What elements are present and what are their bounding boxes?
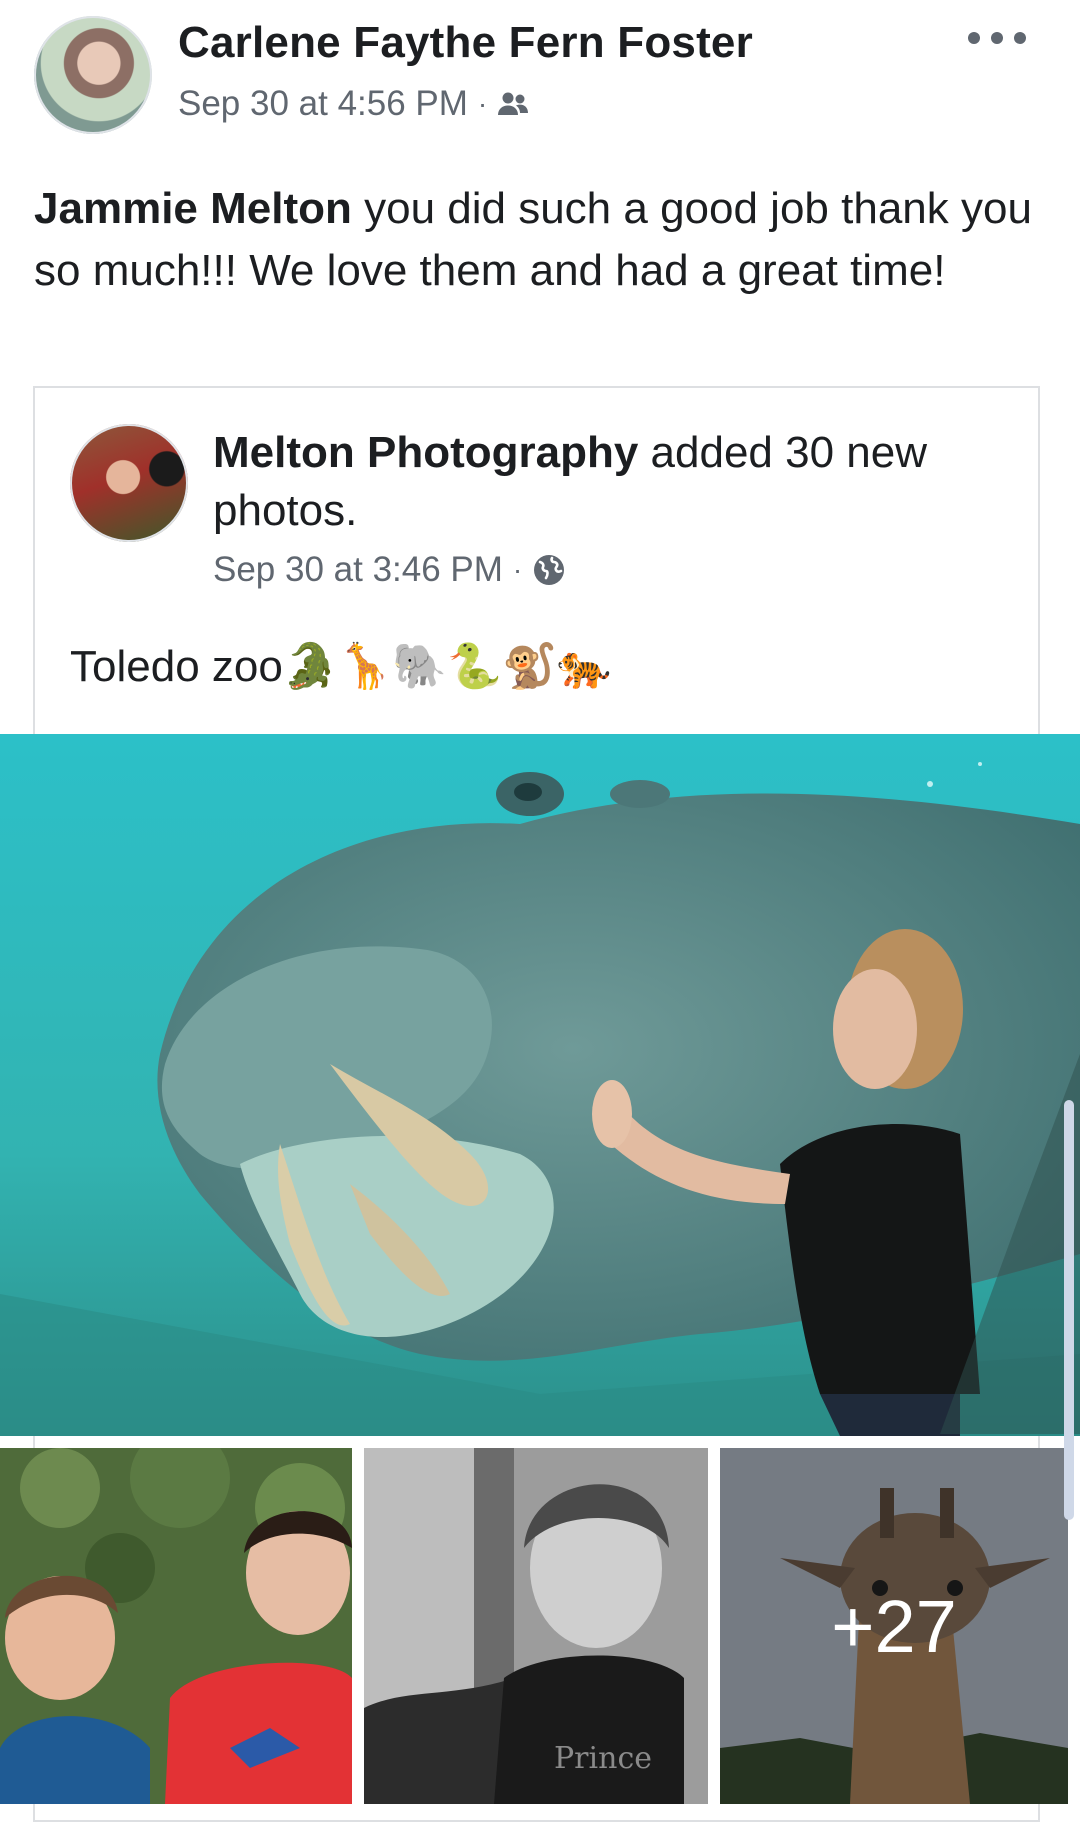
post-body: Jammie Melton you did such a good job th… bbox=[34, 178, 1034, 302]
svg-text:Prince: Prince bbox=[554, 1741, 652, 1776]
page-name[interactable]: Melton Photography bbox=[213, 428, 638, 477]
photo-main[interactable] bbox=[0, 734, 1080, 1436]
photo-thumb-2[interactable]: Prince bbox=[364, 1448, 708, 1804]
author-name[interactable]: Carlene Faythe Fern Foster bbox=[178, 18, 753, 68]
meta-separator: · bbox=[512, 554, 523, 585]
meta-separator: · bbox=[477, 88, 488, 119]
boys-photo bbox=[0, 1448, 352, 1804]
shared-timestamp[interactable]: Sep 30 at 3:46 PM bbox=[213, 550, 503, 590]
scrollbar[interactable] bbox=[1064, 1100, 1074, 1520]
album-caption: Toledo zoo🐊🦒🐘🐍🐒🐅 bbox=[70, 642, 612, 691]
photo-thumb-1[interactable] bbox=[0, 1448, 352, 1804]
globe-icon bbox=[534, 555, 565, 585]
girl-photo: Prince bbox=[364, 1448, 708, 1804]
photo-thumb-3[interactable]: +27 bbox=[720, 1448, 1068, 1804]
author-avatar[interactable] bbox=[34, 16, 152, 134]
hippo-photo bbox=[0, 734, 1080, 1436]
friends-icon bbox=[498, 92, 529, 115]
shared-headline: Melton Photography added 30 new photos. bbox=[213, 424, 1003, 540]
post-timestamp[interactable]: Sep 30 at 4:56 PM bbox=[178, 84, 468, 124]
mentioned-user[interactable]: Jammie Melton bbox=[34, 184, 352, 233]
more-options-icon[interactable] bbox=[968, 28, 1026, 48]
post-meta: Sep 30 at 4:56 PM · bbox=[178, 84, 529, 124]
shared-meta: Sep 30 at 3:46 PM · bbox=[213, 550, 566, 590]
page-avatar[interactable] bbox=[70, 424, 188, 542]
more-photos-count[interactable]: +27 bbox=[720, 1448, 1068, 1804]
